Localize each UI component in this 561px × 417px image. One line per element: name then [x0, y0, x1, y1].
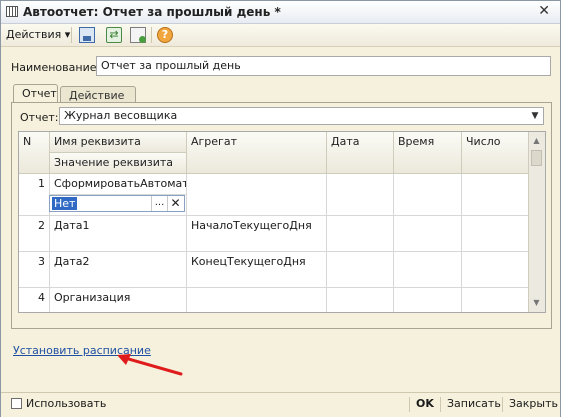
actions-menu-label: Действия	[6, 28, 62, 41]
footer-separator	[409, 397, 410, 412]
title-bar: Автоотчет: Отчет за прошлый день * ✕	[1, 1, 560, 24]
number-cell[interactable]	[462, 288, 531, 312]
actions-menu-button[interactable]: Действия ▾	[6, 28, 70, 41]
attribute-value-editor[interactable]: Нет ... ✕	[49, 195, 185, 212]
aggregate-cell[interactable]	[187, 174, 327, 216]
report-label: Отчет:	[20, 111, 59, 124]
app-window-icon	[6, 6, 18, 17]
row-number: 3	[19, 252, 50, 288]
aggregate-cell[interactable]: КонецТекущегоДня	[187, 252, 327, 288]
attribute-value-selected-text[interactable]: Нет	[52, 197, 78, 210]
attribute-name-cell[interactable]: СформироватьАвтомат...	[50, 174, 187, 195]
tab-action[interactable]: Действие	[60, 86, 136, 102]
clear-icon[interactable]: ✕	[167, 196, 183, 211]
window-title: Автоотчет: Отчет за прошлый день *	[23, 5, 281, 19]
use-checkbox-label[interactable]: Использовать	[26, 397, 106, 410]
scroll-up-icon[interactable]: ▲	[529, 134, 544, 148]
number-cell[interactable]	[462, 252, 531, 288]
chevron-down-icon: ▾	[64, 28, 71, 41]
parameters-table: N Имя реквизита Значение реквизита Агрег…	[18, 131, 546, 313]
footer-separator	[502, 397, 503, 412]
scroll-down-icon[interactable]: ▼	[529, 296, 544, 310]
column-header-date[interactable]: Дата	[327, 132, 394, 174]
date-cell[interactable]	[327, 252, 394, 288]
use-checkbox[interactable]	[11, 398, 22, 409]
vertical-scrollbar[interactable]: ▲ ▼	[528, 132, 545, 312]
column-header-aggregate[interactable]: Агрегат	[187, 132, 327, 174]
time-cell[interactable]	[394, 252, 462, 288]
name-input[interactable]: Отчет за прошлый день	[96, 56, 551, 76]
scroll-thumb[interactable]	[531, 150, 542, 166]
attribute-name-cell[interactable]: Организация	[50, 288, 187, 312]
column-header-number[interactable]: Число	[462, 132, 531, 174]
name-label: Наименование:	[11, 61, 101, 74]
choose-button[interactable]: ...	[151, 196, 167, 211]
aggregate-cell[interactable]: НачалоТекущегоДня	[187, 216, 327, 252]
date-cell[interactable]	[327, 288, 394, 312]
column-header-time[interactable]: Время	[394, 132, 462, 174]
refresh-icon[interactable]: ⇄	[106, 27, 122, 43]
attribute-name-cell[interactable]: Дата1	[50, 216, 187, 252]
number-cell[interactable]	[462, 216, 531, 252]
date-cell[interactable]	[327, 174, 394, 216]
row-number: 2	[19, 216, 50, 252]
report-select-value: Журнал весовщика	[64, 109, 178, 122]
window: Автоотчет: Отчет за прошлый день * ✕ Дей…	[0, 0, 561, 417]
footer-separator	[440, 397, 441, 412]
column-header-value[interactable]: Значение реквизита	[50, 153, 187, 174]
date-cell[interactable]	[327, 216, 394, 252]
close-button[interactable]: Закрыть	[509, 397, 558, 410]
aggregate-cell[interactable]	[187, 288, 327, 312]
close-icon[interactable]: ✕	[538, 3, 550, 19]
report-select[interactable]: Журнал весовщика ▼	[59, 107, 544, 125]
row-number: 4	[19, 288, 50, 312]
time-cell[interactable]	[394, 174, 462, 216]
time-cell[interactable]	[394, 216, 462, 252]
copy-icon[interactable]	[130, 27, 146, 43]
time-cell[interactable]	[394, 288, 462, 312]
toolbar: Действия ▾ ⇄ ?	[1, 24, 560, 47]
annotation-arrow-icon	[117, 354, 183, 376]
save-icon[interactable]	[79, 27, 95, 43]
chevron-down-icon[interactable]: ▼	[529, 110, 541, 122]
tab-report[interactable]: Отчет	[13, 84, 58, 103]
column-header-name[interactable]: Имя реквизита	[50, 132, 187, 153]
ok-button[interactable]: OK	[416, 397, 434, 410]
toolbar-separator	[71, 27, 72, 43]
row-number: 1	[19, 174, 50, 216]
column-header-n[interactable]: N	[19, 132, 50, 174]
attribute-name-cell[interactable]: Дата2	[50, 252, 187, 288]
help-icon[interactable]: ?	[157, 27, 173, 43]
footer-bar: Использовать OK Записать Закрыть	[1, 392, 560, 417]
number-cell[interactable]	[462, 174, 531, 216]
toolbar-separator	[151, 27, 152, 43]
save-button[interactable]: Записать	[447, 397, 501, 410]
